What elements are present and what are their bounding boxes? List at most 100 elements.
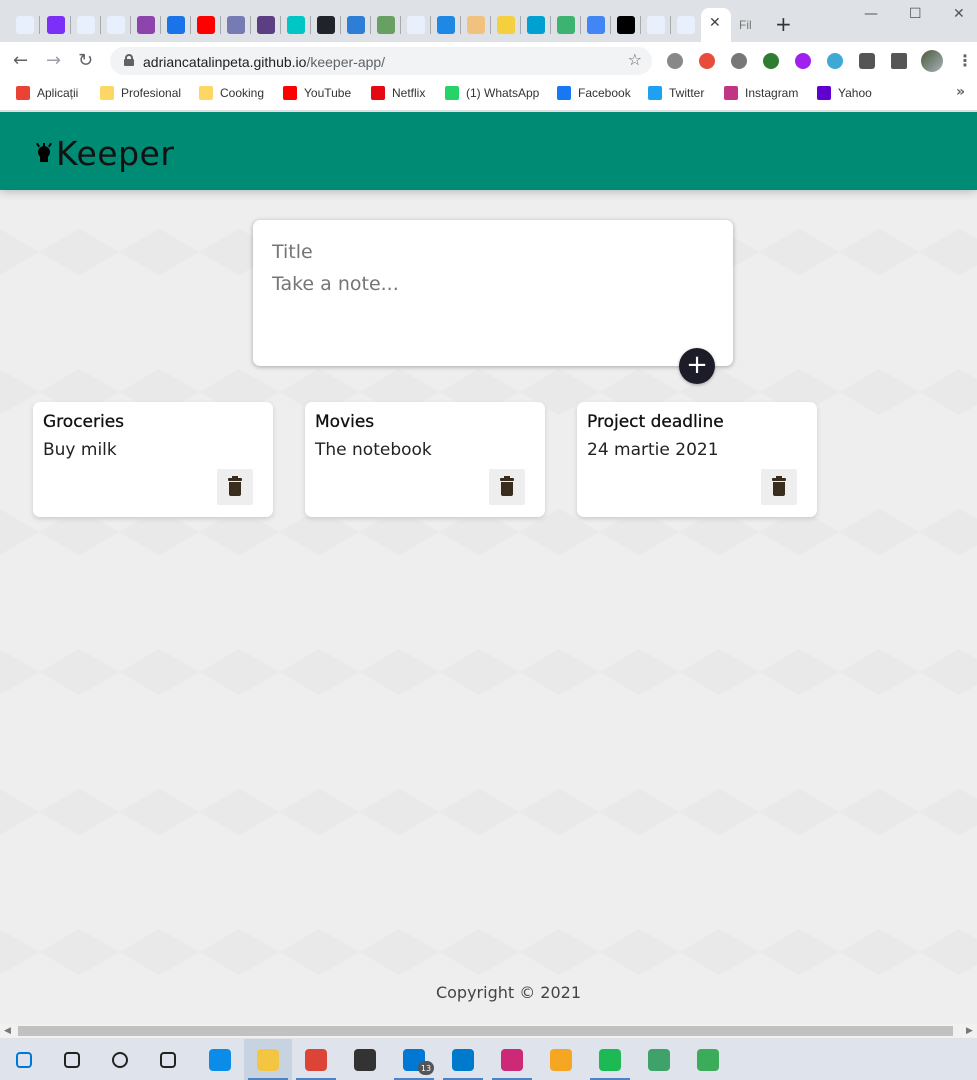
tab-favicon-icon[interactable] [347, 16, 365, 34]
taskbar-item[interactable] [439, 1039, 487, 1080]
browser-menu-icon[interactable]: ⋮ [957, 51, 973, 70]
active-tab[interactable]: ✕ [701, 8, 731, 42]
tab-favicon-icon[interactable] [257, 16, 275, 34]
close-window-button[interactable]: ✕ [953, 6, 965, 22]
tab-favicon-icon[interactable] [677, 16, 695, 34]
bookmark-item[interactable]: Instagram [724, 86, 798, 100]
taskbar-item[interactable] [0, 1039, 48, 1080]
bookmark-item[interactable]: (1) WhatsApp [445, 86, 539, 100]
taskbar-item[interactable] [196, 1039, 244, 1080]
tab-favicon-icon[interactable] [287, 16, 305, 34]
tab-favicon-icon[interactable] [16, 16, 34, 34]
extension-react-icon[interactable] [827, 53, 843, 69]
taskbar-item[interactable] [244, 1039, 292, 1080]
bookmark-item[interactable]: Yahoo [817, 86, 872, 100]
bookmark-star-icon[interactable]: ☆ [628, 50, 642, 69]
tab-favicon-icon[interactable] [467, 16, 485, 34]
bookmark-item[interactable]: Cooking [199, 86, 264, 100]
extensions-puzzle-icon[interactable] [859, 53, 875, 69]
taskbar-item[interactable] [684, 1039, 732, 1080]
close-tab-icon[interactable]: ✕ [709, 15, 721, 31]
tab-favicon-icon[interactable] [527, 16, 545, 34]
bookmark-item[interactable]: Profesional [100, 86, 181, 100]
bookmark-item[interactable]: Facebook [557, 86, 631, 100]
extension-html-icon[interactable] [763, 53, 779, 69]
bookmark-item[interactable]: Twitter [648, 86, 704, 100]
taskbar-item[interactable] [292, 1039, 340, 1080]
tab-separator [250, 16, 251, 34]
taskbar-item[interactable] [144, 1039, 192, 1080]
delete-note-button[interactable] [217, 469, 253, 505]
taskbar-item[interactable] [341, 1039, 389, 1080]
address-bar[interactable]: adriancatalinpeta.github.io/keeper-app/ … [110, 47, 652, 75]
tab-favicon-icon[interactable] [557, 16, 575, 34]
lock-icon[interactable] [124, 54, 134, 66]
tab-favicon-icon[interactable] [647, 16, 665, 34]
plus-icon: + [686, 350, 708, 380]
extension-gear-icon[interactable] [667, 53, 683, 69]
tab-separator [400, 16, 401, 34]
scroll-right-icon[interactable]: ▶ [966, 1026, 973, 1036]
tab-favicon-icon[interactable] [437, 16, 455, 34]
media-queue-icon[interactable] [891, 53, 907, 69]
twitter-icon [648, 86, 662, 100]
tab-favicon-icon[interactable] [227, 16, 245, 34]
add-note-button[interactable]: + [679, 348, 715, 384]
note-title-input[interactable] [272, 241, 712, 263]
extension-purple-icon[interactable] [795, 53, 811, 69]
horizontal-scrollbar[interactable]: ◀ ▶ [0, 1024, 977, 1038]
tab-separator [160, 16, 161, 34]
tab-favicon-icon[interactable] [107, 16, 125, 34]
taskbar-item[interactable] [48, 1039, 96, 1080]
windows-start-icon [16, 1051, 32, 1068]
minimize-button[interactable]: — [864, 6, 878, 22]
taskbar-item[interactable]: 13 [390, 1039, 438, 1080]
maximize-button[interactable]: ☐ [909, 6, 922, 22]
taskbar-item[interactable] [488, 1039, 536, 1080]
taskbar-item[interactable] [635, 1039, 683, 1080]
forward-arrow-icon[interactable]: → [46, 50, 61, 71]
tab-favicon-icon[interactable] [137, 16, 155, 34]
page-viewport: Keeper + Groceries Buy milk Movies The note… [0, 112, 977, 1024]
taskbar-item[interactable] [586, 1039, 634, 1080]
tab-favicon-icon[interactable] [497, 16, 515, 34]
delete-note-button[interactable] [489, 469, 525, 505]
delete-note-button[interactable] [761, 469, 797, 505]
tab-next-label[interactable]: Fil [739, 18, 752, 32]
reload-icon[interactable]: ↻ [78, 50, 93, 71]
bookmark-item[interactable]: Aplicații [16, 86, 78, 100]
scroll-left-icon[interactable]: ◀ [4, 1026, 11, 1036]
tab-separator [220, 16, 221, 34]
tab-separator [100, 16, 101, 34]
extension-bug-icon[interactable] [731, 53, 747, 69]
tab-favicon-icon[interactable] [587, 16, 605, 34]
tab-separator [610, 16, 611, 34]
app-title: Keeper [56, 134, 175, 173]
tab-favicon-icon[interactable] [197, 16, 215, 34]
tab-favicon-icon[interactable] [167, 16, 185, 34]
new-tab-button[interactable]: + [775, 12, 792, 36]
trash-icon [772, 476, 786, 496]
tab-favicon-icon[interactable] [377, 16, 395, 34]
taskbar-item[interactable] [96, 1039, 144, 1080]
note-content-input[interactable] [272, 273, 712, 333]
more-bookmarks-icon[interactable]: » [956, 84, 965, 100]
url-text[interactable]: adriancatalinpeta.github.io/keeper-app/ [143, 54, 385, 70]
tab-favicon-icon[interactable] [77, 16, 95, 34]
tab-separator [280, 16, 281, 34]
task-view-icon [160, 1051, 176, 1068]
tab-favicon-icon[interactable] [47, 16, 65, 34]
trash-icon [228, 476, 242, 496]
tab-favicon-icon[interactable] [407, 16, 425, 34]
scrollbar-thumb[interactable] [18, 1026, 953, 1036]
windows-taskbar: 13 [0, 1039, 977, 1080]
bookmark-item[interactable]: YouTube [283, 86, 351, 100]
profile-avatar[interactable] [921, 50, 943, 72]
taskbar-item[interactable] [537, 1039, 585, 1080]
extension-shield-icon[interactable] [699, 53, 715, 69]
tab-favicon-icon[interactable] [317, 16, 335, 34]
bookmark-label: YouTube [304, 86, 352, 100]
tab-favicon-icon[interactable] [617, 16, 635, 34]
back-arrow-icon[interactable]: ← [13, 50, 28, 71]
bookmark-item[interactable]: Netflix [371, 86, 425, 100]
